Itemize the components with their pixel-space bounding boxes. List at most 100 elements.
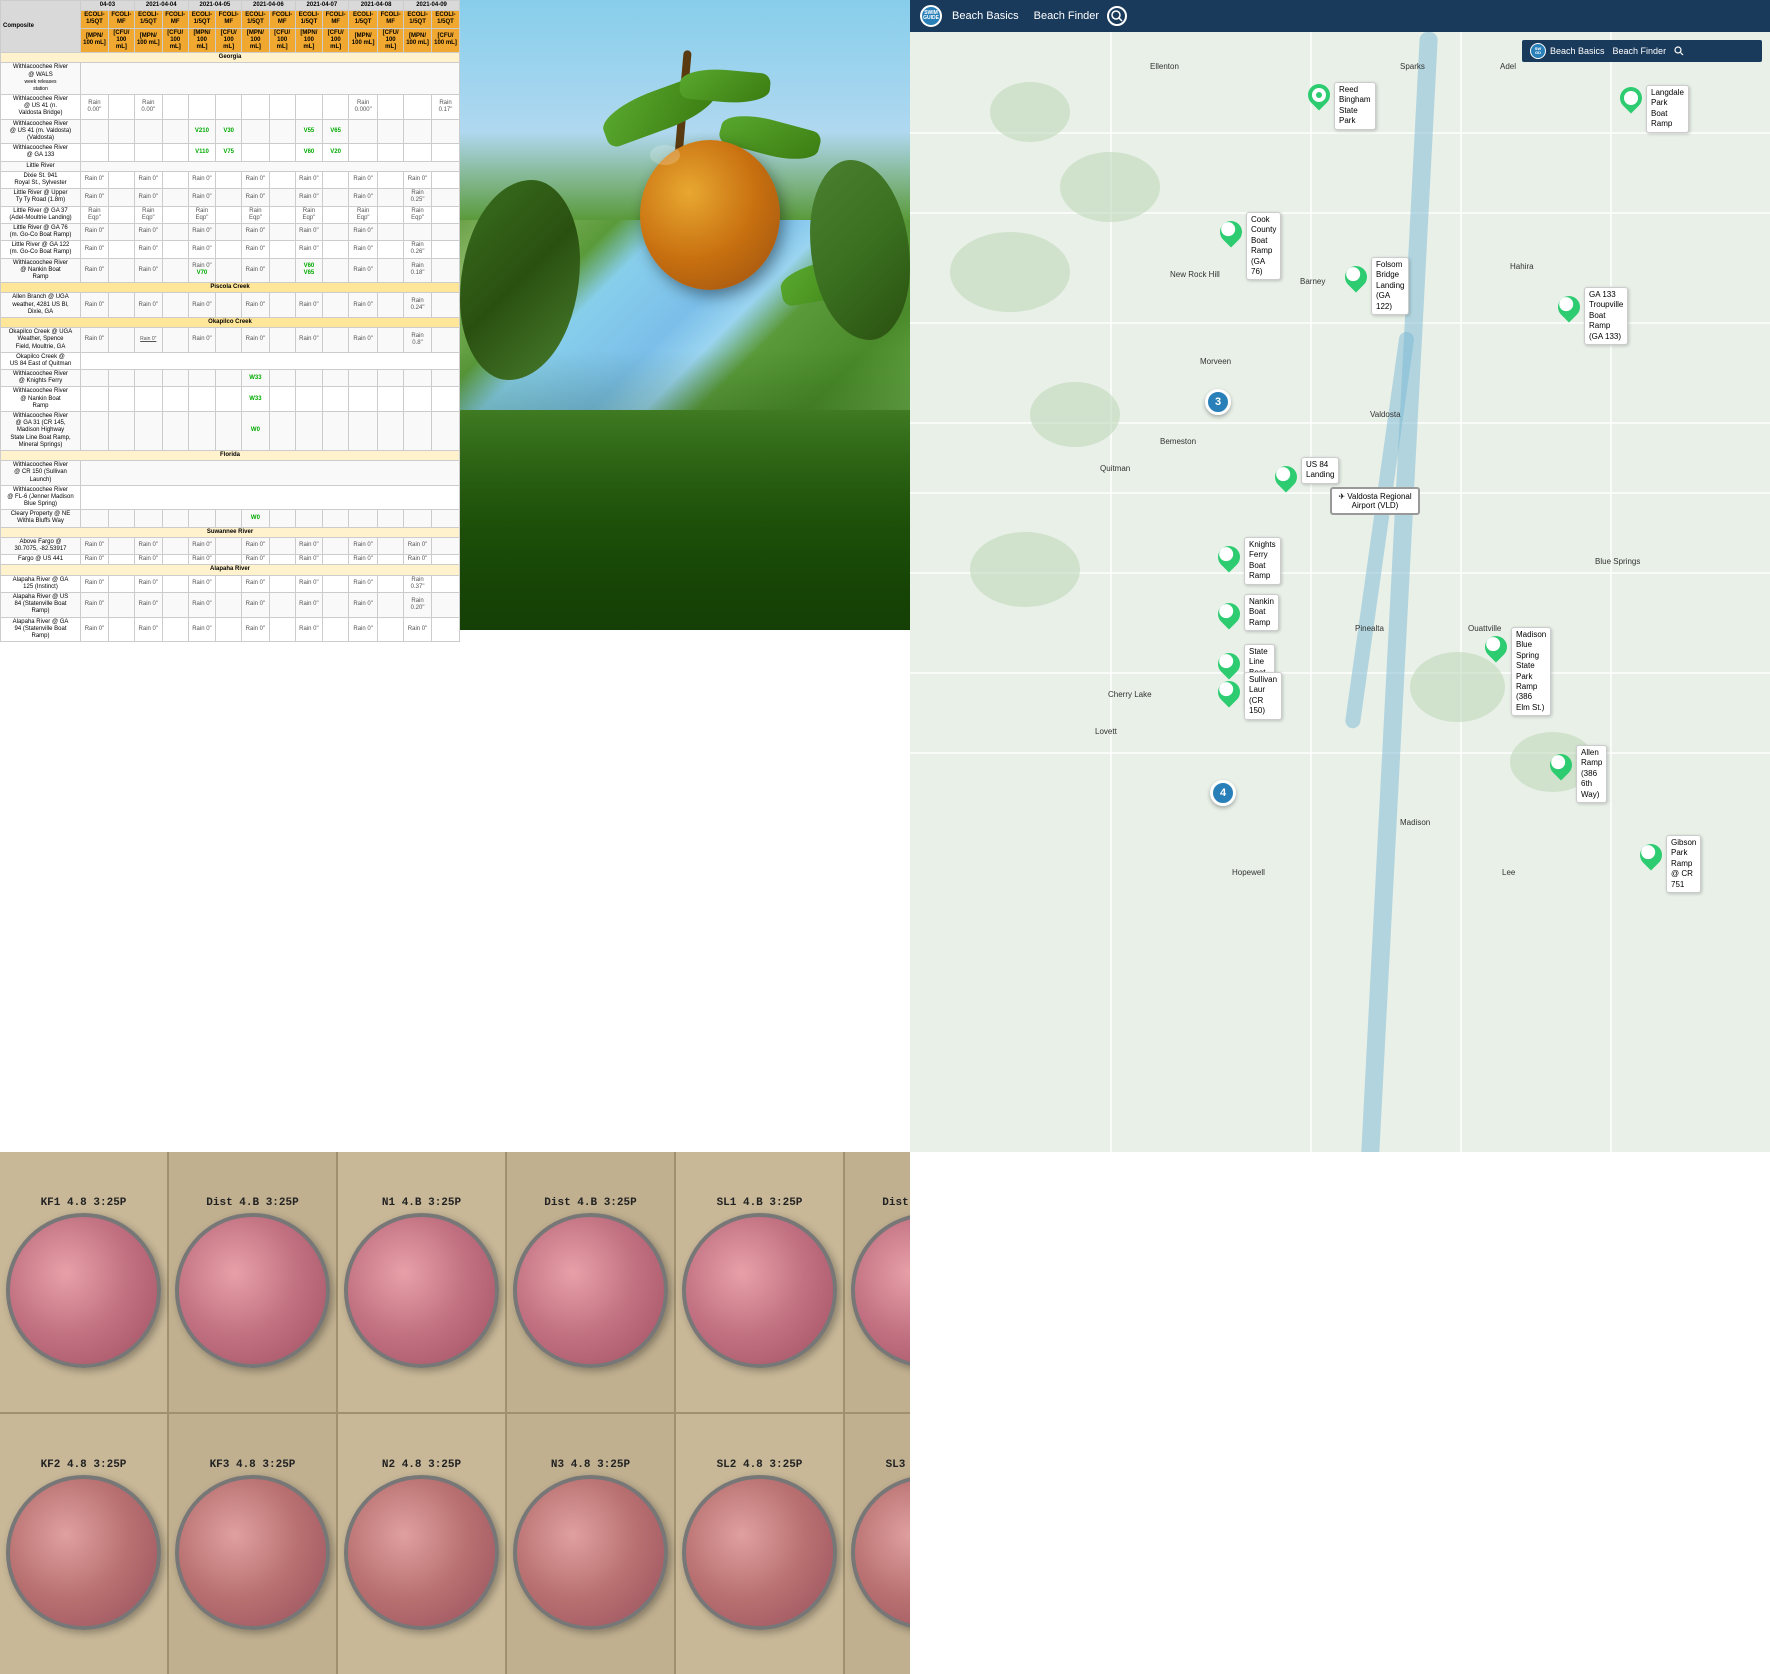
cell-value: W33 xyxy=(242,370,270,387)
sub-header-4: [CFU/100 mL] xyxy=(162,28,188,53)
petri-cell-sl1: SL1 4.B 3:25P xyxy=(676,1152,845,1412)
cell-value: Rain Eqp" xyxy=(188,206,216,223)
cell-value: Rain 0" xyxy=(81,328,109,353)
mini-beach-basics[interactable]: Beach Basics xyxy=(1550,46,1605,56)
cell-value: Rain 0" xyxy=(188,223,216,240)
city-label: Morveen xyxy=(1200,357,1231,366)
cell-value: Rain 0" xyxy=(349,258,378,283)
logo-icon: SWIMGUIDE xyxy=(920,5,942,27)
cell-value: Rain 0" xyxy=(134,171,162,188)
marker-state-line[interactable]: State Line BoatRamp (GA 31) xyxy=(1218,649,1240,675)
search-button[interactable] xyxy=(1107,6,1127,26)
site-name: Little River @ GA 37(Adel-Moultrie Landi… xyxy=(1,206,81,223)
cell-value: Rain 0" xyxy=(349,241,378,258)
marker-4[interactable]: 4 xyxy=(1210,780,1236,806)
marker-cook-county[interactable]: Cook County BoatRamp (GA 76) xyxy=(1220,217,1242,243)
date-header-1: 04-03 xyxy=(81,1,135,11)
marker-3[interactable]: 3 xyxy=(1205,389,1231,415)
cell-value: Rain 0.18" xyxy=(404,258,432,283)
city-label: Pinealta xyxy=(1355,624,1384,633)
marker-label: US 84 Landing xyxy=(1301,457,1339,484)
petri-panel: KF1 4.8 3:25P Dist 4.B 3:25P N1 4.B 3:25… xyxy=(0,1152,910,1674)
beach-finder-link[interactable]: Beach Finder xyxy=(1034,10,1099,22)
cell-value: Rain 0" xyxy=(188,592,216,617)
site-name: Withlacoochee River@ WALSweek releasesst… xyxy=(1,63,81,95)
tree-cluster xyxy=(950,232,1070,312)
road xyxy=(1610,32,1612,1152)
table-row: Little River @ UpperTy Ty Road (1.8m) Ra… xyxy=(1,189,460,206)
cell-value: Rain 0.37" xyxy=(404,575,432,592)
marker-allen[interactable]: Allen Ramp (3866th Way) xyxy=(1550,750,1572,776)
table-row: Cleary Property @ NEWithla Bluffs Way W0 xyxy=(1,510,460,527)
marker-us84[interactable]: US 84 Landing xyxy=(1275,462,1297,488)
road xyxy=(910,672,1770,674)
ecoli-col-11: ECOLI-1/5QT xyxy=(349,11,378,28)
table-row: Withlacoochee River@ Nankin BoatRamp Rai… xyxy=(1,258,460,283)
site-name: Withlacoochee River@ Nankin BoatRamp xyxy=(1,258,81,283)
mini-search-icon[interactable] xyxy=(1674,46,1684,56)
cell-value: Rain 0" xyxy=(349,223,378,240)
nature-photo-panel xyxy=(460,0,910,630)
main-nav-bar: SWIMGUIDE Beach Basics Beach Finder xyxy=(910,0,1770,32)
cell-value: Rain 0" xyxy=(295,223,323,240)
cell-value: Rain Eqp" xyxy=(81,206,109,223)
site-name: Alapaha River @ US84 (Statenville BoatRa… xyxy=(1,592,81,617)
marker-knights-ferry[interactable]: Knights FerryBoat Ramp xyxy=(1218,542,1240,568)
table-row: Okapilco Creek @US 84 East of Quitman xyxy=(1,352,460,369)
petri-cell-kf3: KF3 4.8 3:25P xyxy=(169,1414,338,1674)
marker-nankin[interactable]: Nankin Boat Ramp xyxy=(1218,599,1240,625)
table-row: Little River @ GA 37(Adel-Moultrie Landi… xyxy=(1,206,460,223)
marker-gibson[interactable]: Gibson Park Ramp@ CR 751 xyxy=(1640,840,1662,866)
cell-value: Rain 0" xyxy=(349,592,378,617)
map-panel: SWIMGUIDE Beach Basics Beach Finder xyxy=(910,0,1770,1152)
mini-beach-finder[interactable]: Beach Finder xyxy=(1613,46,1667,56)
marker-sullivan[interactable]: Sullivan Laur(CR 150) xyxy=(1218,677,1240,703)
table-row: Alapaha River @ US84 (Statenville BoatRa… xyxy=(1,592,460,617)
ecoli-col-5: ECOLI-1/5QT xyxy=(188,11,216,28)
mini-nav-bar: SWGD Beach Basics Beach Finder xyxy=(1522,40,1762,62)
marker-label: Langdale ParkBoat Ramp xyxy=(1646,85,1689,133)
cell-value: Rain 0" xyxy=(134,293,162,318)
petri-label-n1: N1 4.B 3:25P xyxy=(382,1197,461,1209)
city-label-valdosta: Valdosta xyxy=(1370,410,1401,419)
map-container[interactable]: Reed BinghamState Park Langdale ParkBoat… xyxy=(910,32,1770,1152)
petri-label-n3: N3 4.8 3:25P xyxy=(551,1459,630,1471)
alapaha-header: Alapaha River xyxy=(1,565,460,575)
site-name: Withlacoochee River@ GA 31 (CR 145,Madis… xyxy=(1,412,81,451)
marker-ga133[interactable]: GA 133Troupville BoatRamp (GA 133) xyxy=(1558,292,1580,318)
cell-value: Rain 0" xyxy=(349,617,378,642)
cell-value: Rain 0" xyxy=(188,555,216,565)
city-label: Ellenton xyxy=(1150,62,1179,71)
marker-langdale[interactable]: Langdale ParkBoat Ramp xyxy=(1620,87,1642,109)
petri-label-kf2: KF2 4.8 3:25P xyxy=(41,1459,127,1471)
petri-dish-sl1 xyxy=(682,1213,837,1368)
marker-madison-blue[interactable]: Madison BlueSpring StatePark Ramp(386 El… xyxy=(1485,632,1507,658)
cell-value: Rain 0" xyxy=(134,575,162,592)
cell-value: Rain 0" xyxy=(81,537,109,554)
marker-reed-bingham[interactable]: Reed BinghamState Park xyxy=(1308,84,1330,106)
cell-value: Rain 0" xyxy=(404,555,432,565)
site-name: Okapilco Creek @ UGAWeather, SpenceField… xyxy=(1,328,81,353)
cell-value: Rain 0" xyxy=(134,258,162,283)
petri-label-n2: N2 4.8 3:25P xyxy=(382,1459,461,1471)
petri-label-dist2: Dist 4.B 3:25P xyxy=(544,1197,636,1209)
cell-value: Rain Eqp" xyxy=(404,206,432,223)
cell-value: Rain 0" xyxy=(349,189,378,206)
suwannee-header: Suwannee River xyxy=(1,527,460,537)
table-row: Withlacoochee River@ FL-6 (Jenner Madiso… xyxy=(1,485,460,510)
tree-cluster xyxy=(1410,652,1505,722)
tree-cluster xyxy=(1030,382,1120,447)
petri-cell-n2: N2 4.8 3:25P xyxy=(338,1414,507,1674)
cell-value: Rain 0" xyxy=(242,617,270,642)
marker-folsom[interactable]: Folsom BridgeLanding (GA 122) xyxy=(1345,262,1367,288)
city-label: Madison xyxy=(1400,818,1430,827)
ecoli-col-1: ECOLI-1/5QT xyxy=(81,11,109,28)
nav-links[interactable]: Beach Basics Beach Finder xyxy=(952,10,1099,22)
cell-value: Rain 0" xyxy=(188,575,216,592)
marker-label: GA 133Troupville BoatRamp (GA 133) xyxy=(1584,287,1628,345)
beach-basics-link[interactable]: Beach Basics xyxy=(952,10,1019,22)
city-label: Hahira xyxy=(1510,262,1534,271)
cell-value: W0 xyxy=(242,412,270,451)
cell-value: Rain 0" xyxy=(134,555,162,565)
cell-value: Rain 0" xyxy=(81,293,109,318)
